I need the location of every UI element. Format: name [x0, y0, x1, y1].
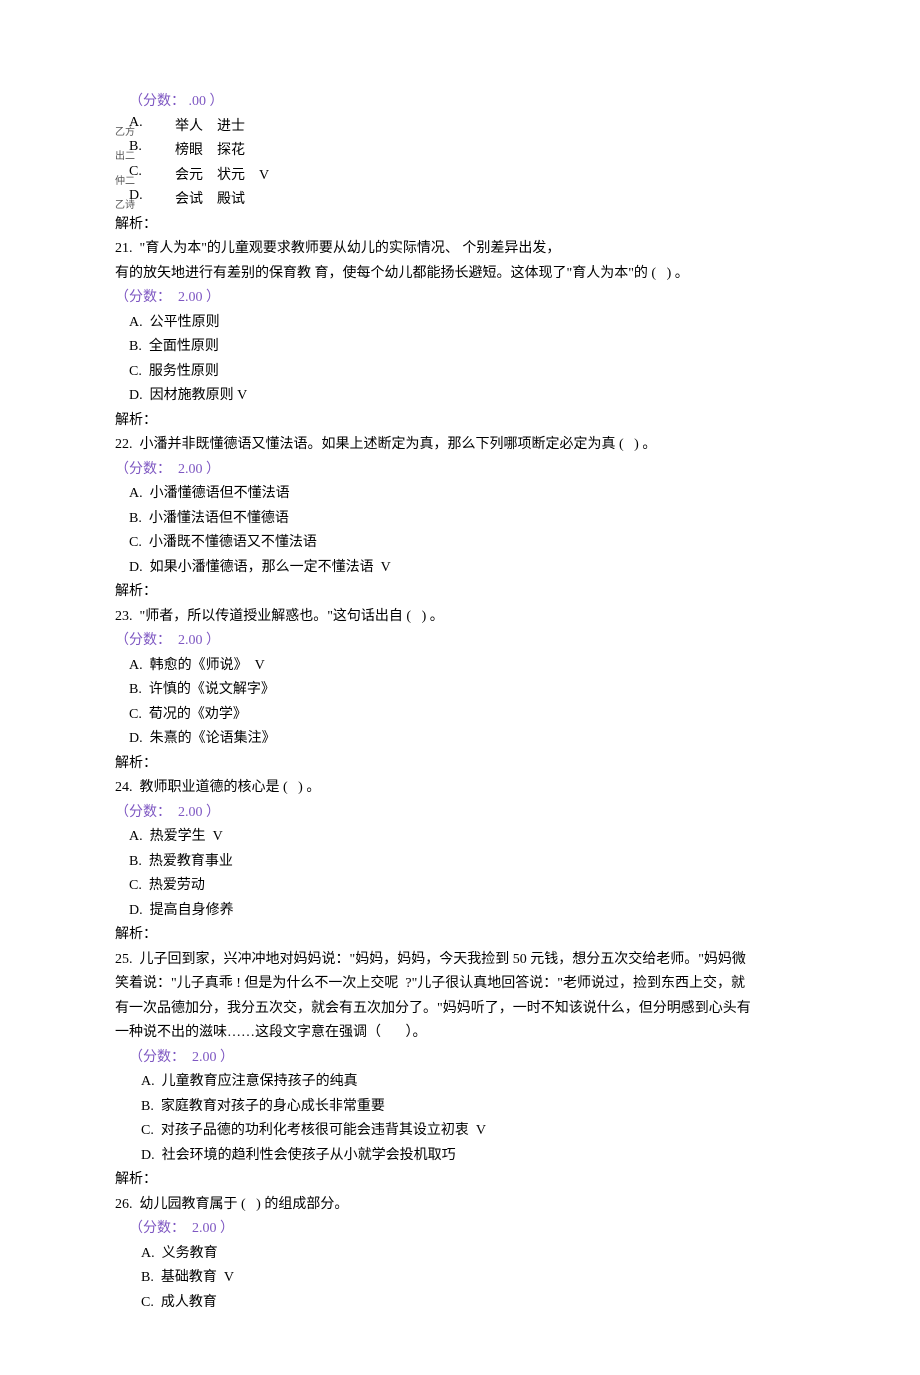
- q-pre-opt-a-sub: 乙方: [115, 130, 175, 135]
- q23-option-a: A. 韩愈的《师说》 V: [115, 654, 820, 679]
- q-pre-opt-d-w2: 殿试: [217, 188, 259, 213]
- q-pre-opt-d-sub: 乙诗: [115, 203, 175, 208]
- q26-stem: 26. 幼儿园教育属于 ( ) 的组成部分。: [115, 1193, 820, 1218]
- q24-option-d: D. 提高自身修养: [115, 899, 820, 924]
- q23-option-c: C. 荀况的《劝学》: [115, 703, 820, 728]
- q21-jiexi: 解析：: [115, 409, 820, 434]
- q22-jiexi: 解析：: [115, 580, 820, 605]
- q21-option-d: D. 因材施教原则 V: [115, 384, 820, 409]
- q25-jiexi: 解析：: [115, 1168, 820, 1193]
- q24-option-b: B. 热爱教育事业: [115, 850, 820, 875]
- q25-option-d: D. 社会环境的趋利性会使孩子从小就学会投机取巧: [115, 1144, 820, 1169]
- q22-stem: 22. 小潘并非既懂德语又懂法语。如果上述断定为真，那么下列哪项断定必定为真 (…: [115, 433, 820, 458]
- q23-score: （分数： 2.00 ）: [115, 629, 820, 654]
- q22-option-c: C. 小潘既不懂德语又不懂法语: [115, 531, 820, 556]
- q24-jiexi: 解析：: [115, 923, 820, 948]
- q-pre-option-c: C. 仲二 会元 状元 V: [115, 164, 820, 189]
- q-pre-opt-b-sub: 出二: [115, 154, 175, 159]
- q26-option-a: A. 义务教育: [115, 1242, 820, 1267]
- q-pre-opt-d-w1: 会试: [175, 188, 217, 213]
- q21-option-b: B. 全面性原则: [115, 335, 820, 360]
- q21-stem-2: 有的放矢地进行有差别的保育教 育，使每个幼儿都能扬长避短。这体现了"育人为本"的…: [115, 262, 820, 287]
- q22-option-b: B. 小潘懂法语但不懂德语: [115, 507, 820, 532]
- q24-option-a: A. 热爱学生 V: [115, 825, 820, 850]
- q25-stem-1: 25. 儿子回到家，兴冲冲地对妈妈说："妈妈，妈妈，今天我捡到 50 元钱，想分…: [115, 948, 820, 973]
- q21-option-c: C. 服务性原则: [115, 360, 820, 385]
- q-pre-opt-c-mark: V: [259, 164, 269, 189]
- q25-stem-4: 一种说不出的滋味……这段文字意在强调（ ）。: [115, 1021, 820, 1046]
- q24-stem: 24. 教师职业道德的核心是 ( ) 。: [115, 776, 820, 801]
- q26-option-b: B. 基础教育 V: [115, 1266, 820, 1291]
- q-pre-opt-c-w2: 状元: [217, 164, 259, 189]
- q23-stem: 23. "师者，所以传道授业解惑也。"这句话出自 ( ) 。: [115, 605, 820, 630]
- q22-option-a: A. 小潘懂德语但不懂法语: [115, 482, 820, 507]
- q23-option-d: D. 朱熹的《论语集注》: [115, 727, 820, 752]
- q25-option-c: C. 对孩子品德的功利化考核很可能会违背其设立初衷 V: [115, 1119, 820, 1144]
- q23-option-b: B. 许慎的《说文解字》: [115, 678, 820, 703]
- q25-option-a: A. 儿童教育应注意保持孩子的纯真: [115, 1070, 820, 1095]
- q24-score: （分数： 2.00 ）: [115, 801, 820, 826]
- q22-score: （分数： 2.00 ）: [115, 458, 820, 483]
- q26-score: （分数： 2.00 ）: [115, 1217, 820, 1242]
- q25-stem-2: 笑着说："儿子真乖 ! 但是为什么不一次上交呢 ?"儿子很认真地回答说："老师说…: [115, 972, 820, 997]
- q25-stem-3: 有一次品德加分，我分五次交，就会有五次加分了。"妈妈听了，一时不知该说什么，但分…: [115, 997, 820, 1022]
- q22-option-d: D. 如果小潘懂德语，那么一定不懂法语 V: [115, 556, 820, 581]
- q-pre-option-d: D. 乙诗 会试 殿试: [115, 188, 820, 213]
- q-pre-opt-b-w1: 榜眼: [175, 139, 217, 164]
- q21-score: （分数： 2.00 ）: [115, 286, 820, 311]
- q-pre-opt-a-w1: 举人: [175, 115, 217, 140]
- q-pre-opt-b-w2: 探花: [217, 139, 259, 164]
- q-pre-opt-a-w2: 进士: [217, 115, 259, 140]
- q21-stem-1: 21. "育人为本"的儿童观要求教师要从幼儿的实际情况、 个别差异出发，: [115, 237, 820, 262]
- q23-jiexi: 解析：: [115, 752, 820, 777]
- q-pre-opt-c-w1: 会元: [175, 164, 217, 189]
- q-pre-jiexi: 解析：: [115, 213, 820, 238]
- q24-option-c: C. 热爱劳动: [115, 874, 820, 899]
- q25-score: （分数： 2.00 ）: [115, 1046, 820, 1071]
- q-pre-score: （分数： .00 ）: [115, 90, 820, 115]
- q25-option-b: B. 家庭教育对孩子的身心成长非常重要: [115, 1095, 820, 1120]
- q-pre-option-b: B. 出二 榜眼 探花: [115, 139, 820, 164]
- q21-option-a: A. 公平性原则: [115, 311, 820, 336]
- q-pre-option-a: A. 乙方 举人 进士: [115, 115, 820, 140]
- q-pre-opt-c-sub: 仲二: [115, 179, 175, 184]
